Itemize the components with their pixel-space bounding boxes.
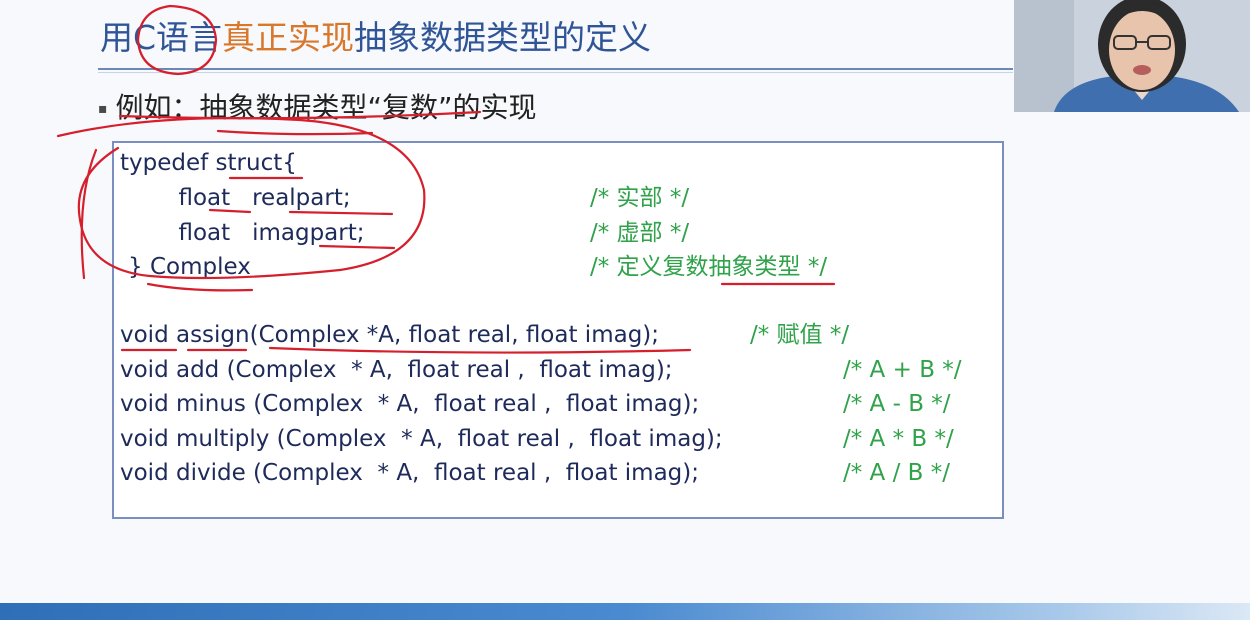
comment-realpart: /* 实部 */ [590,185,690,211]
code-line-realpart: float realpart; [120,185,351,211]
presenter-webcam [1014,0,1250,112]
title-part-1: 用C语言 [100,18,223,57]
comment-multiply: /* A * B */ [843,426,954,452]
slide-title: 用C语言真正实现抽象数据类型的定义 [100,18,651,58]
code-line-divide: void divide (Complex * A, float real , f… [120,460,699,486]
bullet-text: 例如：抽象数据类型“复数”的实现 [115,91,537,124]
comment-divide: /* A / B */ [843,460,951,486]
slide: 用C语言真正实现抽象数据类型的定义 ▪ 例如：抽象数据类型“复数”的实现 type… [0,0,1250,620]
presenter-portrait [1014,0,1250,112]
comment-minus: /* A - B */ [843,391,951,417]
footer-bar [0,603,1250,620]
title-part-3: 抽象数据类型的定义 [354,18,652,57]
comment-complex: /* 定义复数抽象类型 */ [590,254,828,280]
bullet-marker: ▪ [98,101,108,117]
code-line-minus: void minus (Complex * A, float real , fl… [120,391,700,417]
code-line-typedef: typedef struct{ [120,150,297,176]
comment-add: /* A + B */ [843,357,962,383]
code-line-multiply: void multiply (Complex * A, float real ,… [120,426,723,452]
left-bracket-mark [80,148,98,280]
code-line-assign: void assign(Complex *A, float real, floa… [120,322,660,348]
code-line-complex: } Complex [128,254,251,280]
comment-assign: /* 赋值 */ [750,322,850,348]
comment-imagpart: /* 虚部 */ [590,220,690,246]
title-divider-secondary [98,72,1013,73]
bullet-item: ▪ 例如：抽象数据类型“复数”的实现 [98,90,537,127]
code-line-imagpart: float imagpart; [120,220,365,246]
code-line-add: void add (Complex * A, float real , floa… [120,357,673,383]
underline-abstract-type [216,129,374,136]
title-part-2-highlight: 真正实现 [222,18,355,57]
title-divider [98,68,1013,70]
